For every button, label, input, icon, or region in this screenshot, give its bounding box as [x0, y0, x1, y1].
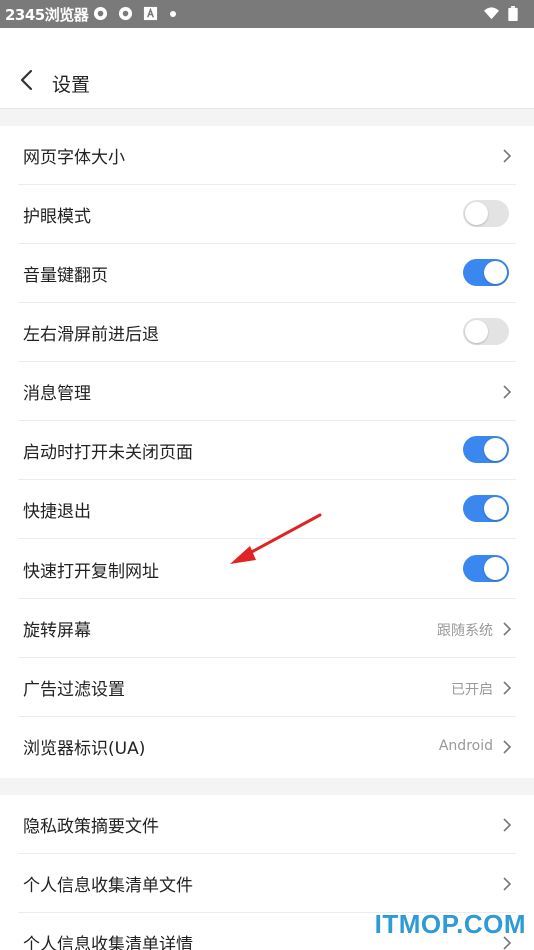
setting-label: 旋转屏幕 [23, 621, 91, 641]
dot-icon [170, 11, 176, 17]
setting-label: 隐私政策摘要文件 [23, 817, 159, 837]
setting-font-size[interactable]: 网页字体大小 [0, 126, 534, 185]
chevron-right-icon [503, 385, 512, 399]
setting-quick-exit: 快捷退出 [0, 480, 534, 539]
quick-exit-toggle[interactable] [463, 495, 509, 522]
setting-label: 浏览器标识(UA) [23, 739, 146, 759]
chevron-left-icon[interactable] [16, 68, 40, 92]
chevron-right-icon [503, 149, 512, 163]
setting-label: 音量键翻页 [23, 266, 108, 286]
text-icon [143, 6, 158, 21]
setting-label: 广告过滤设置 [23, 680, 125, 700]
chevron-right-icon [503, 818, 512, 832]
chevron-right-icon [503, 622, 512, 636]
chevron-right-icon [503, 681, 512, 695]
setting-personal-info-list-file[interactable]: 个人信息收集清单文件 [0, 854, 534, 913]
watermark: ITMOP.COM [374, 909, 526, 939]
swipe-navigation-toggle[interactable] [463, 318, 509, 345]
divider [18, 538, 516, 539]
setting-restore-pages: 启动时打开未关闭页面 [0, 421, 534, 480]
setting-label: 护眼模式 [23, 207, 91, 227]
battery-icon [508, 6, 518, 21]
setting-open-copied-url: 快速打开复制网址 [0, 540, 534, 599]
setting-eye-protection: 护眼模式 [0, 185, 534, 244]
wifi-icon [484, 7, 499, 20]
open-copied-url-toggle[interactable] [463, 555, 509, 582]
volume-key-paging-toggle[interactable] [463, 259, 509, 286]
setting-label: 启动时打开未关闭页面 [23, 443, 193, 463]
setting-message-management[interactable]: 消息管理 [0, 362, 534, 421]
setting-label: 个人信息收集清单详情 [23, 935, 193, 950]
setting-rotate-screen[interactable]: 旋转屏幕 跟随系统 [0, 599, 534, 658]
setting-value: Android [438, 738, 493, 754]
eye-protection-toggle[interactable] [463, 200, 509, 227]
setting-volume-key-paging: 音量键翻页 [0, 244, 534, 303]
setting-label: 快速打开复制网址 [23, 562, 159, 582]
restore-pages-toggle[interactable] [463, 436, 509, 463]
toggle-knob [484, 497, 507, 520]
status-time: 2345浏览器 [5, 6, 89, 24]
toggle-knob [465, 202, 488, 225]
setting-value: 已开启 [451, 682, 493, 698]
toggle-knob [484, 557, 507, 580]
chevron-right-icon [503, 877, 512, 891]
sync-icon [118, 6, 133, 21]
toggle-knob [484, 438, 507, 461]
top-app-bar: 设置 [0, 28, 534, 109]
toggle-knob [484, 261, 507, 284]
setting-label: 左右滑屏前进后退 [23, 325, 159, 345]
chevron-right-icon [503, 740, 512, 754]
sync-icon [93, 6, 108, 21]
settings-section-general: 网页字体大小 护眼模式 音量键翻页 左右滑屏前进后退 消息管理 启动时打开未关闭… [0, 126, 534, 778]
setting-label: 快捷退出 [23, 502, 91, 522]
setting-swipe-navigation: 左右滑屏前进后退 [0, 303, 534, 362]
setting-ad-filter[interactable]: 广告过滤设置 已开启 [0, 658, 534, 717]
setting-label: 消息管理 [23, 384, 91, 404]
setting-privacy-policy-summary[interactable]: 隐私政策摘要文件 [0, 795, 534, 854]
page-title: 设置 [52, 74, 91, 96]
setting-label: 个人信息收集清单文件 [23, 876, 193, 896]
setting-label: 网页字体大小 [23, 148, 125, 168]
toggle-knob [465, 320, 488, 343]
setting-value: 跟随系统 [437, 623, 493, 639]
setting-user-agent[interactable]: 浏览器标识(UA) Android [0, 717, 534, 776]
status-bar: 2345浏览器 [0, 0, 534, 28]
